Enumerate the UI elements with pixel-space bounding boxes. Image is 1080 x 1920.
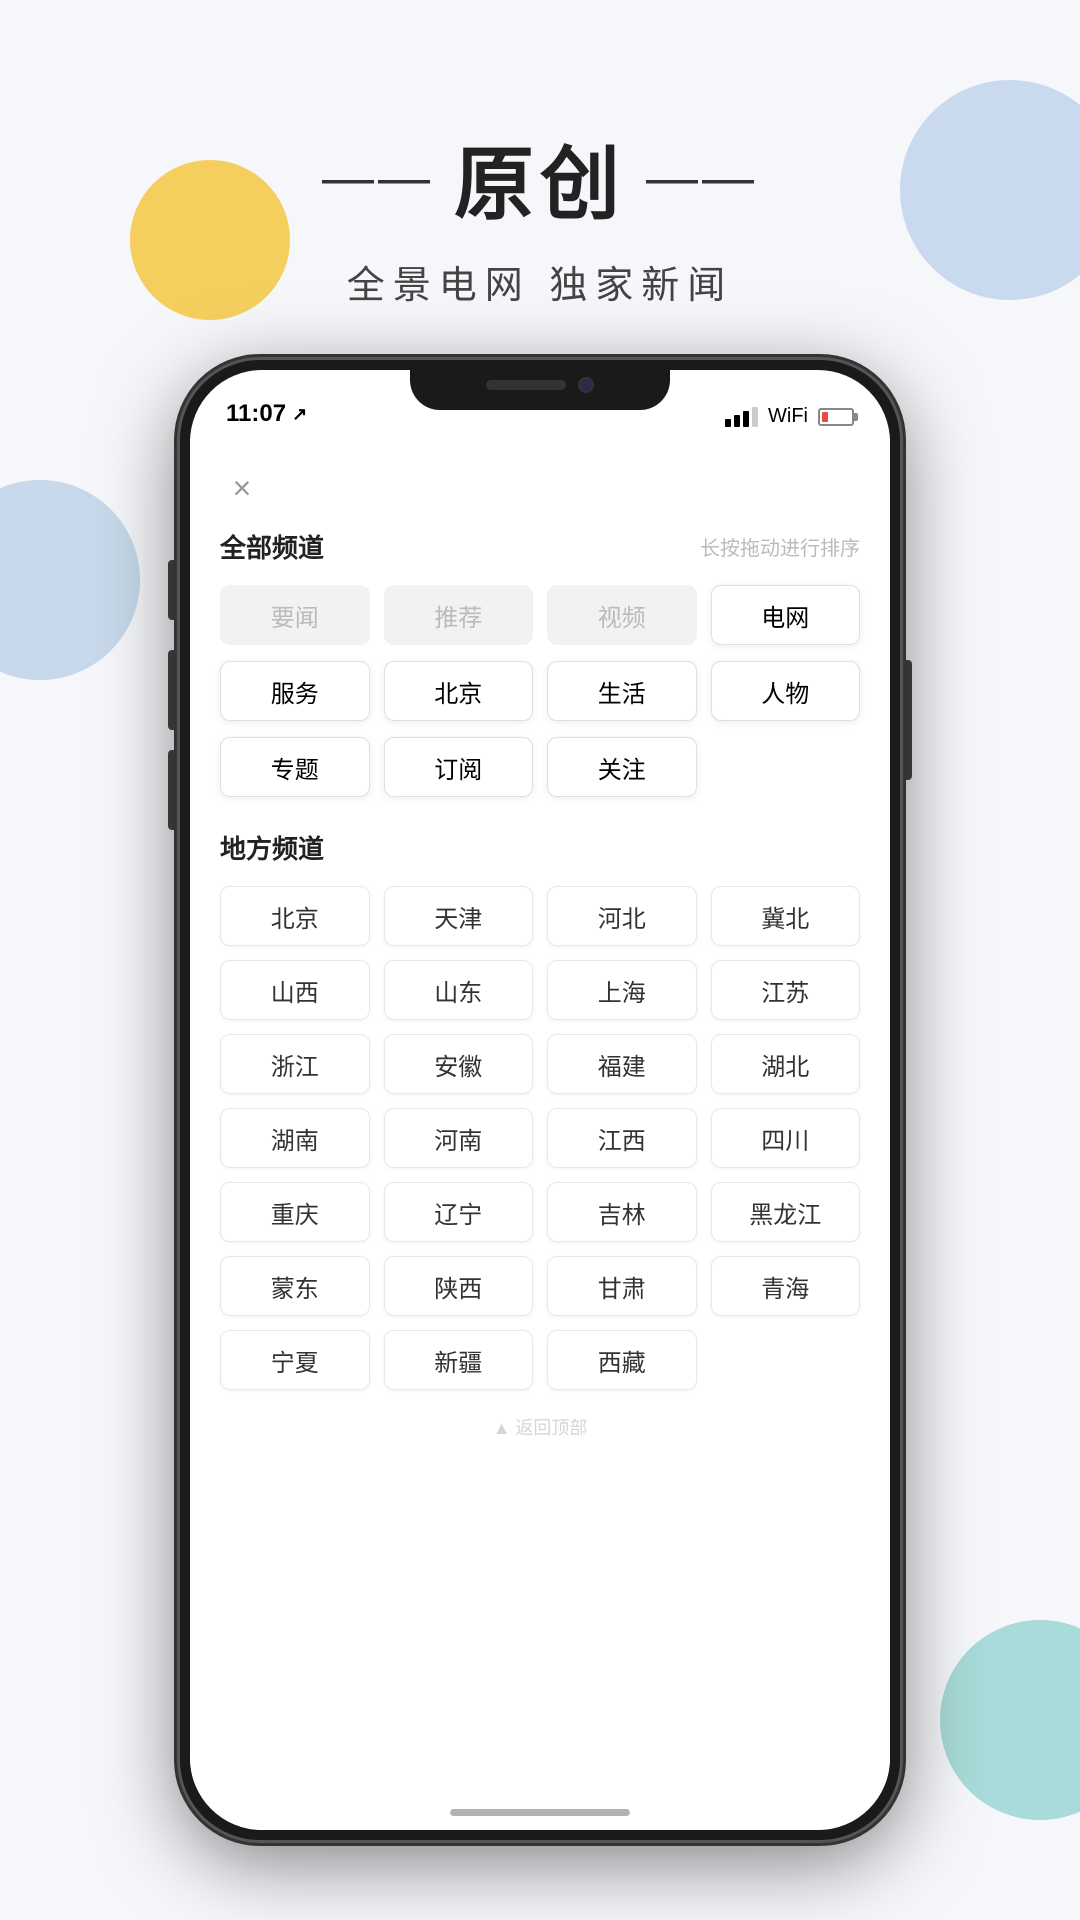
channel-renwu[interactable]: 人物	[711, 661, 861, 721]
time-text: 11:07	[226, 400, 286, 428]
local-fujian[interactable]: 福建	[547, 1034, 697, 1094]
header-title-row: —— 原创 ——	[0, 120, 1080, 236]
local-row-6: 蒙东 陕西 甘肃 青海	[190, 1256, 890, 1316]
local-jiangsu[interactable]: 江苏	[711, 960, 861, 1020]
local-row-4: 湖南 河南 江西 四川	[190, 1108, 890, 1168]
sort-hint: 长按拖动进行排序	[700, 532, 860, 561]
app-content: × 全部频道 长按拖动进行排序 要闻 推荐 视频	[190, 438, 890, 1830]
local-zhejiang[interactable]: 浙江	[220, 1034, 370, 1094]
notch-speaker	[486, 380, 566, 390]
channel-beijing[interactable]: 北京	[384, 661, 534, 721]
local-mengdong[interactable]: 蒙东	[220, 1256, 370, 1316]
local-tianjin[interactable]: 天津	[384, 886, 534, 946]
channel-dianwang[interactable]: 电网	[711, 585, 861, 645]
local-anhui[interactable]: 安徽	[384, 1034, 534, 1094]
local-channels-title: 地方频道	[220, 834, 324, 864]
local-row-3: 浙江 安徽 福建 湖北	[190, 1034, 890, 1094]
channel-tuijian[interactable]: 推荐	[384, 585, 534, 645]
channel-shenghuo[interactable]: 生活	[547, 661, 697, 721]
local-row-5: 重庆 辽宁 吉林 黑龙江	[190, 1182, 890, 1242]
header-title: 原创	[454, 120, 626, 236]
local-jilin[interactable]: 吉林	[547, 1182, 697, 1242]
local-heilongjiang[interactable]: 黑龙江	[711, 1182, 861, 1242]
local-hebei[interactable]: 河北	[547, 886, 697, 946]
bg-circle-blue-left	[0, 480, 140, 680]
phone-button-volume-down	[168, 750, 176, 830]
signal-bars	[725, 407, 758, 427]
status-time: 11:07 ↗	[226, 400, 307, 428]
local-channels-header: 地方频道	[190, 813, 890, 886]
channel-dingyue[interactable]: 订阅	[384, 737, 534, 797]
header-dash-right: ——	[646, 148, 758, 208]
all-channels-title: 全部频道	[220, 528, 324, 565]
local-sichuan[interactable]: 四川	[711, 1108, 861, 1168]
scroll-hint-text: ▲ 返回顶部	[493, 1414, 588, 1440]
phone-container: 11:07 ↗ WiFi	[180, 360, 900, 1840]
local-row-2: 山西 山东 上海 江苏	[190, 960, 890, 1020]
close-button[interactable]: ×	[220, 466, 264, 510]
battery-fill	[822, 412, 828, 422]
phone-notch	[410, 360, 670, 410]
battery-icon	[818, 408, 854, 426]
local-liaoning[interactable]: 辽宁	[384, 1182, 534, 1242]
local-row-7: 宁夏 新疆 西藏	[190, 1330, 890, 1390]
signal-bar-1	[725, 419, 731, 427]
local-jibei[interactable]: 冀北	[711, 886, 861, 946]
channel-video[interactable]: 视频	[547, 585, 697, 645]
header-subtitle: 全景电网 独家新闻	[0, 254, 1080, 309]
all-channels-header: 全部频道 长按拖动进行排序	[190, 528, 890, 565]
local-shandong[interactable]: 山东	[384, 960, 534, 1020]
local-shanghai[interactable]: 上海	[547, 960, 697, 1020]
local-jiangxi[interactable]: 江西	[547, 1108, 697, 1168]
notch-camera	[578, 377, 594, 393]
phone-button-volume-silent	[168, 560, 176, 620]
local-xizang[interactable]: 西藏	[547, 1330, 697, 1390]
local-ningxia[interactable]: 宁夏	[220, 1330, 370, 1390]
status-icons: WiFi	[725, 405, 854, 428]
channel-yaowhen[interactable]: 要闻	[220, 585, 370, 645]
signal-bar-3	[743, 411, 749, 427]
local-hunan[interactable]: 湖南	[220, 1108, 370, 1168]
signal-bar-4	[752, 407, 758, 427]
local-shanxi[interactable]: 山西	[220, 960, 370, 1020]
local-beijing[interactable]: 北京	[220, 886, 370, 946]
all-channels-row2: 服务 北京 生活 人物	[190, 661, 890, 721]
local-row-1: 北京 天津 河北 冀北	[190, 886, 890, 946]
location-icon: ↗	[292, 404, 307, 425]
close-icon: ×	[233, 472, 252, 504]
header-section: —— 原创 —— 全景电网 独家新闻	[0, 120, 1080, 309]
all-channels-row1: 要闻 推荐 视频 电网	[190, 585, 890, 645]
phone-frame: 11:07 ↗ WiFi	[180, 360, 900, 1840]
phone-screen: 11:07 ↗ WiFi	[190, 370, 890, 1830]
local-gansu[interactable]: 甘肃	[547, 1256, 697, 1316]
local-xinjiang[interactable]: 新疆	[384, 1330, 534, 1390]
wifi-icon: WiFi	[768, 405, 808, 428]
home-indicator	[450, 1809, 630, 1816]
local-qinghai[interactable]: 青海	[711, 1256, 861, 1316]
phone-button-power	[904, 660, 912, 780]
local-chongqing[interactable]: 重庆	[220, 1182, 370, 1242]
signal-bar-2	[734, 415, 740, 427]
local-hubei[interactable]: 湖北	[711, 1034, 861, 1094]
bg-circle-teal	[940, 1620, 1080, 1820]
scroll-hint: ▲ 返回顶部	[190, 1404, 890, 1450]
header-dash-left: ——	[322, 148, 434, 208]
phone-button-volume-up	[168, 650, 176, 730]
channel-fuwu[interactable]: 服务	[220, 661, 370, 721]
channel-guanzhu[interactable]: 关注	[547, 737, 697, 797]
all-channels-row3: 专题 订阅 关注	[190, 737, 890, 797]
channel-zhuanti[interactable]: 专题	[220, 737, 370, 797]
local-shaanxi[interactable]: 陕西	[384, 1256, 534, 1316]
local-henan[interactable]: 河南	[384, 1108, 534, 1168]
